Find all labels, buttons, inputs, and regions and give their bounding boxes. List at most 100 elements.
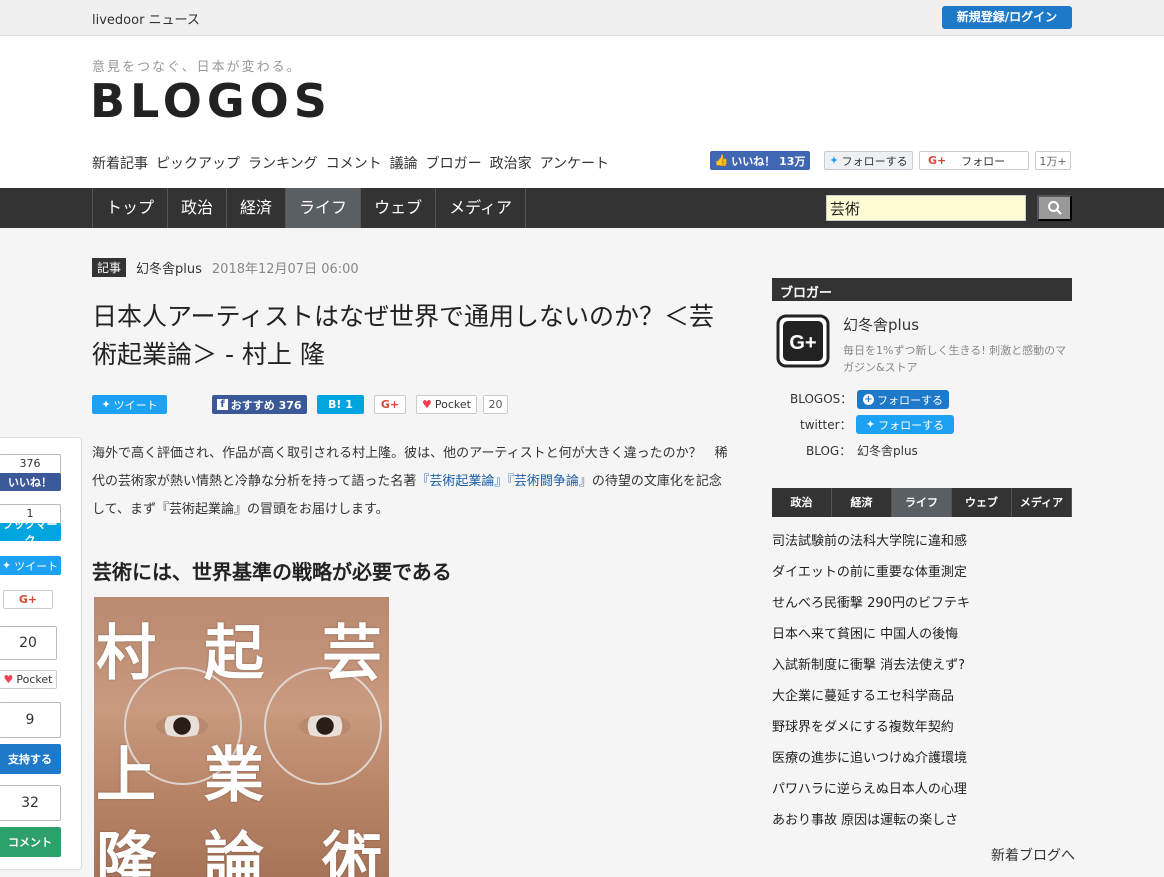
livedoor-news-link[interactable]: livedoor ニュース [92,9,200,28]
cover-glyph: 業 [204,741,264,811]
google-plus-follow-label: フォロー [961,154,1006,168]
sidebar-tab-life[interactable]: ライフ [892,488,952,517]
subnav-blogger[interactable]: ブロガー [426,153,482,173]
google-plus-share-button[interactable]: G+ [374,395,406,414]
float-google-plus-button[interactable]: G+ [3,590,53,609]
tweet-button[interactable]: ✦ ツイート [92,395,167,414]
pocket-icon: ♥ [422,398,432,411]
float-facebook-like-button[interactable]: いいね！ [0,473,61,491]
subnav-survey[interactable]: アンケート [540,153,609,173]
signup-login-button[interactable]: 新規登録/ログイン [942,6,1072,29]
list-item[interactable]: ダイエットの前に重要な体重測定 [772,559,1072,590]
plus-circle-icon: + [863,394,874,405]
google-plus-count: 1万+ [1035,151,1071,170]
site-header: 意見をつなぐ、日本が変わる。 BLOGOS 新着記事 ピックアップ ランキング … [0,36,1164,188]
gentosha-plus-logo[interactable]: G+ [774,312,832,370]
list-item[interactable]: 医療の進歩に追いつけぬ介護環境 [772,745,1072,776]
list-item[interactable]: 野球界をダメにする複数年契約 [772,714,1072,745]
float-hatena-bookmark-button[interactable]: ブックマーク [0,518,61,547]
nav-web[interactable]: ウェブ [361,188,437,228]
cover-glyph: 起 [204,619,264,689]
pocket-count: 20 [483,395,508,414]
cover-glyph: 論 [204,826,264,877]
sidebar-tab-economy[interactable]: 経済 [832,488,892,517]
eye-left [156,715,208,737]
list-item[interactable]: 日本へ来て貧困に 中国人の後悔 [772,621,1072,652]
subnav-comment[interactable]: コメント [326,153,382,173]
sidebar-twitter-follow-button[interactable]: ✦ フォローする [856,415,954,434]
facebook-like-button[interactable]: 👍 いいね！ 13万 [710,151,810,170]
search-input[interactable] [826,195,1026,221]
sidebar-tab-media[interactable]: メディア [1012,488,1072,517]
sidebar-article-list: 司法試験前の法科大学院に違和感 ダイエットの前に重要な体重測定 せんべろ民衝撃 … [772,528,1072,838]
pocket-button[interactable]: ♥ Pocket [416,395,477,414]
twitter-follow-label: フォローする [841,154,908,168]
float-pocket-count: 20 [0,626,57,660]
sidebar-blogger-title: ブロガー [772,278,1072,301]
tweet-label: ツイート [113,398,158,412]
google-plus-icon: G+ [928,154,947,167]
svg-text:G+: G+ [789,332,816,354]
blogger-name[interactable]: 幻冬舎plus [843,314,919,335]
subnav-new-articles[interactable]: 新着記事 [92,153,148,173]
cover-glyph: 術 [322,826,382,877]
article-title: 日本人アーティストはなぜ世界で通用しないのか？＜芸術起業論＞ - 村上 隆 [92,302,715,369]
article-author[interactable]: 幻冬舎plus [136,258,202,277]
cover-glyph: 村 [96,619,156,689]
article-lead: 海外で高く評価され、作品が高く取引される村上隆。彼は、他のアーティストと何が大き… [92,440,732,524]
twitter-follow-button[interactable]: ✦ フォローする [824,151,913,170]
list-item[interactable]: 大企業に蔓延するエセ科学商品 [772,683,1072,714]
list-item[interactable]: あおり事故 原因は運転の楽しさ [772,807,1072,838]
book-link-geijutsu-kigyoron[interactable]: 『芸術起業論』 [416,474,507,489]
list-item[interactable]: せんべろ民衝撃 290円のビフテキ [772,590,1072,621]
cover-glyph: 上 [96,741,156,811]
blog-link[interactable]: 幻冬舎plus [857,442,918,459]
subnav-discussion[interactable]: 議論 [390,153,418,173]
article-date: 2018年12月07日 06:00 [211,262,359,277]
twitter-follow-label: twitter： [800,418,852,432]
blogos-follow-btn-label: フォローする [877,393,943,407]
blogos-follow-button[interactable]: + フォローする [857,390,949,409]
nav-economy[interactable]: 経済 [227,188,287,228]
float-tweet-label: ツイート [14,559,59,573]
facebook-icon: f [217,399,228,410]
sidebar-category-tabs: 政治 経済 ライフ ウェブ メディア [772,488,1072,517]
new-blogs-link[interactable]: 新着ブログへ [991,845,1075,865]
list-item[interactable]: パワハラに逆らえぬ日本人の心理 [772,776,1072,807]
top-bar: livedoor ニュース 新規登録/ログイン [0,0,1164,36]
blogger-description: 毎日を1%ずつ新しく生きる! 刺激と感動のマガジン&ストア [843,344,1067,374]
facebook-recommend-button[interactable]: f おすすめ 376 [212,395,307,414]
float-tweet-button[interactable]: ✦ ツイート [0,556,61,575]
subnav-pickup[interactable]: ピックアップ [156,153,240,173]
floating-share-bar: 376 いいね！ 1 ブックマーク ✦ ツイート G+ 20 ♥ Pocket … [0,437,82,870]
search-button[interactable] [1037,195,1072,221]
sub-navigation: 新着記事 ピックアップ ランキング コメント 議論 ブロガー 政治家 アンケート [92,153,609,173]
comment-button[interactable]: コメント [0,827,61,857]
support-button[interactable]: 支持する [0,744,61,774]
blogos-logo[interactable]: BLOGOS [90,74,332,128]
facebook-recommend-label: おすすめ 376 [230,398,302,412]
cover-glyph: 芸 [322,619,382,689]
book-link-geijutsu-tousouron[interactable]: 『芸術闘争論』 [507,474,592,489]
support-count: 9 [0,702,61,738]
blog-label: BLOG： [806,444,852,458]
hatena-bookmark-button[interactable]: B! 1 [317,395,364,414]
nav-top[interactable]: トップ [93,188,169,228]
google-plus-follow-button[interactable]: G+ フォロー [919,151,1029,170]
nav-media[interactable]: メディア [436,188,526,228]
subnav-ranking[interactable]: ランキング [248,153,318,173]
float-pocket-button[interactable]: ♥ Pocket [0,670,57,689]
nav-life[interactable]: ライフ [286,188,362,228]
sidebar-tab-politics[interactable]: 政治 [772,488,832,517]
section-heading: 芸術には、世界基準の戦略が必要である [92,560,452,584]
subnav-politician[interactable]: 政治家 [490,153,532,173]
twitter-bird-icon: ✦ [101,398,111,411]
sidebar-tab-web[interactable]: ウェブ [952,488,1012,517]
pocket-label: Pocket [434,398,471,411]
article-meta: 記事 幻冬舎plus 2018年12月07日 06:00 [92,258,359,277]
list-item[interactable]: 司法試験前の法科大学院に違和感 [772,528,1072,559]
eye-right [299,715,351,737]
twitter-bird-icon: ✦ [829,154,839,167]
list-item[interactable]: 入試新制度に衝撃 消去法使えず? [772,652,1072,683]
nav-politics[interactable]: 政治 [168,188,228,228]
